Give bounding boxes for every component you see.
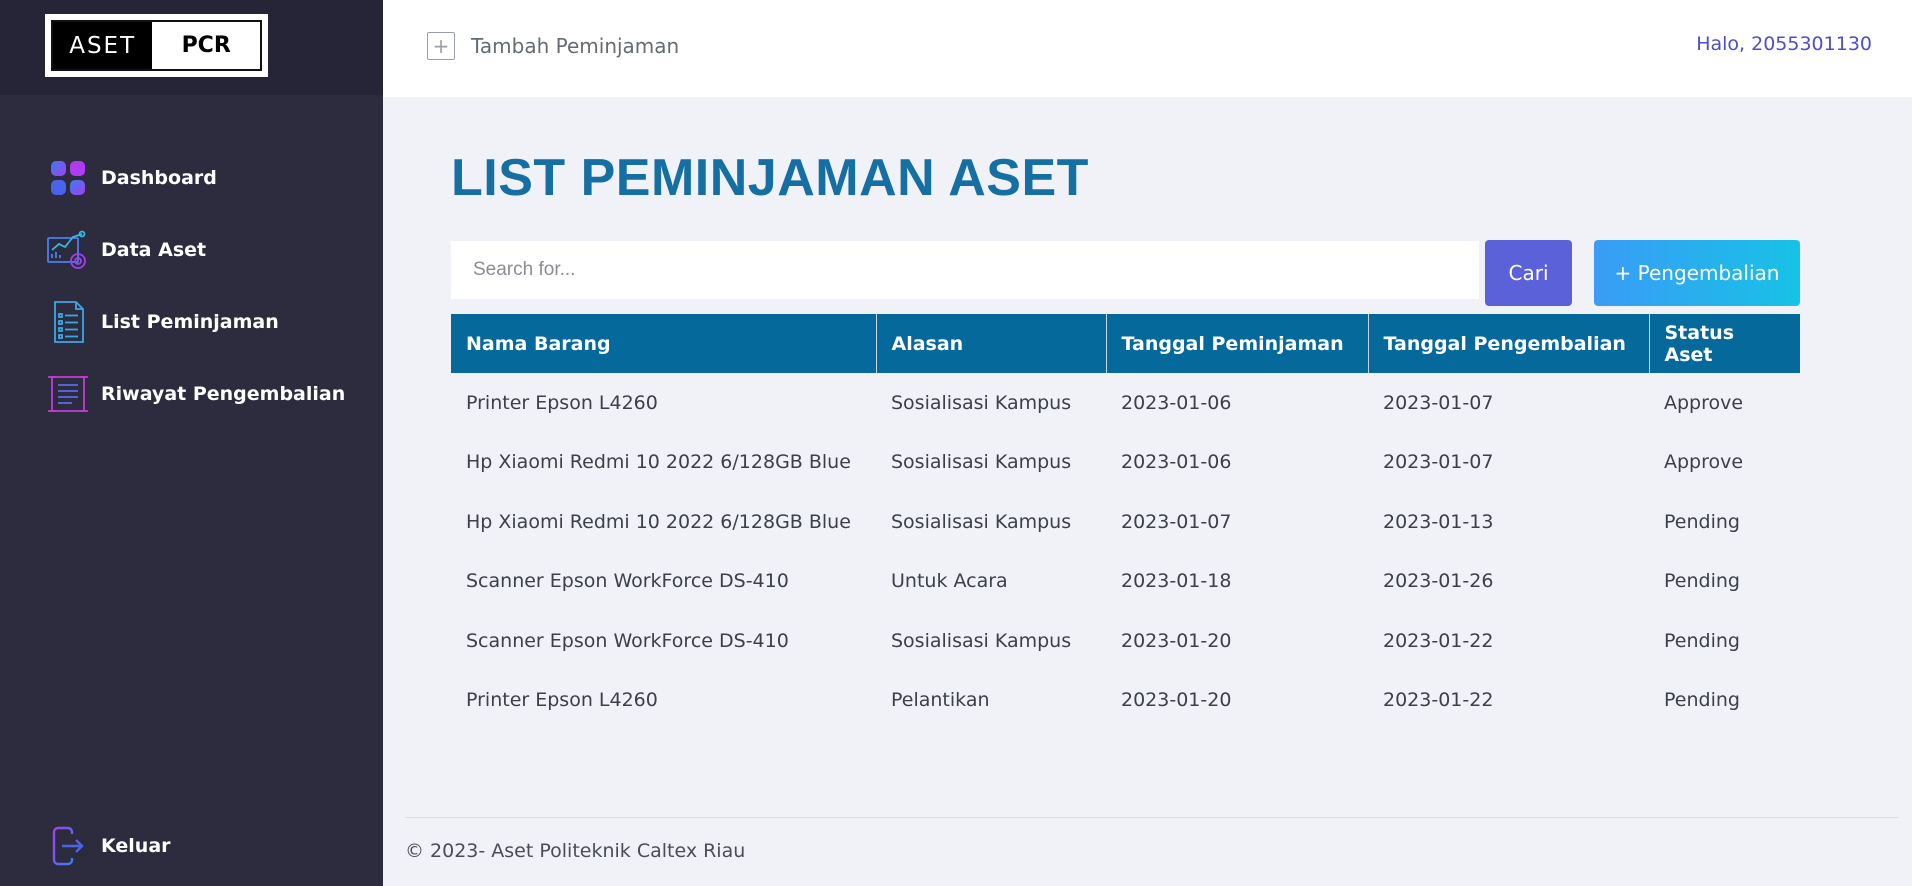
table-row: Hp Xiaomi Redmi 10 2022 6/128GB Blue Sos…	[451, 433, 1800, 493]
logo-frame: ASET PCR	[51, 20, 262, 71]
page-title: LIST PEMINJAMAN ASET	[451, 149, 1089, 207]
brand-logo[interactable]: ASET PCR	[45, 14, 268, 77]
cell-status-aset: Pending	[1664, 629, 1740, 652]
cell-status-aset: Pending	[1664, 570, 1740, 593]
sidebar-item-label: Data Aset	[101, 239, 207, 261]
cell-tanggal-peminjaman: 2023-01-06	[1121, 451, 1232, 474]
cell-nama-barang: Scanner Epson WorkForce DS-410	[466, 629, 789, 652]
cell-nama-barang: Hp Xiaomi Redmi 10 2022 6/128GB Blue	[466, 510, 851, 533]
cell-alasan: Untuk Acara	[891, 570, 1008, 593]
cell-tanggal-pengembalian: 2023-01-22	[1383, 689, 1494, 712]
table-header-row: Nama Barang Alasan Tanggal Peminjaman Ta…	[451, 314, 1800, 373]
logout-icon	[45, 824, 90, 868]
tambah-peminjaman-link[interactable]: + Tambah Peminjaman	[427, 32, 679, 60]
top-bar: + Tambah Peminjaman Halo, 2055301130	[383, 0, 1912, 97]
cell-alasan: Sosialisasi Kampus	[891, 510, 1072, 533]
table-row: Printer Epson L4260 Pelantikan 2023-01-2…	[451, 671, 1800, 731]
sidebar-item-list-peminjaman[interactable]: List Peminjaman	[45, 300, 279, 344]
cell-nama-barang: Scanner Epson WorkForce DS-410	[466, 570, 789, 593]
sidebar-item-label: Riwayat Pengembalian	[101, 383, 346, 405]
cell-alasan: Sosialisasi Kampus	[891, 629, 1072, 652]
cell-tanggal-peminjaman: 2023-01-20	[1121, 629, 1232, 652]
document-list-icon	[45, 300, 90, 344]
column-header-nama-barang: Nama Barang	[451, 314, 877, 373]
cell-tanggal-peminjaman: 2023-01-18	[1121, 570, 1232, 593]
cell-tanggal-pengembalian: 2023-01-13	[1383, 510, 1494, 533]
search-input[interactable]	[451, 241, 1479, 299]
sidebar-item-riwayat-pengembalian[interactable]: Riwayat Pengembalian	[45, 372, 345, 416]
sidebar-item-dashboard[interactable]: Dashboard	[45, 156, 217, 200]
tambah-peminjaman-label: Tambah Peminjaman	[471, 34, 680, 58]
sidebar-item-label: Dashboard	[101, 167, 217, 189]
cell-tanggal-peminjaman: 2023-01-06	[1121, 391, 1232, 414]
table-row: Hp Xiaomi Redmi 10 2022 6/128GB Blue Sos…	[451, 492, 1800, 552]
search-button[interactable]: Cari	[1485, 240, 1572, 306]
data-chart-icon	[45, 228, 90, 272]
cell-status-aset: Approve	[1664, 391, 1744, 414]
cell-nama-barang: Printer Epson L4260	[466, 391, 658, 414]
peminjaman-table: Nama Barang Alasan Tanggal Peminjaman Ta…	[451, 314, 1800, 730]
footer-copyright: © 2023- Aset Politeknik Caltex Riau	[405, 840, 746, 862]
cell-tanggal-pengembalian: 2023-01-07	[1383, 451, 1494, 474]
cell-tanggal-peminjaman: 2023-01-20	[1121, 689, 1232, 712]
column-header-status-aset: Status Aset	[1649, 314, 1800, 373]
logout-label: Keluar	[101, 835, 171, 857]
column-header-tanggal-peminjaman: Tanggal Peminjaman	[1106, 314, 1369, 373]
logo-text-right: PCR	[152, 22, 260, 69]
cell-tanggal-pengembalian: 2023-01-22	[1383, 629, 1494, 652]
cell-alasan: Sosialisasi Kampus	[891, 391, 1072, 414]
cell-status-aset: Pending	[1664, 510, 1740, 533]
user-greeting[interactable]: Halo, 2055301130	[1696, 33, 1872, 55]
footer-divider	[405, 817, 1898, 818]
logo-text-left: ASET	[53, 22, 153, 69]
cell-tanggal-pengembalian: 2023-01-07	[1383, 391, 1494, 414]
cell-alasan: Sosialisasi Kampus	[891, 451, 1072, 474]
cell-tanggal-pengembalian: 2023-01-26	[1383, 570, 1494, 593]
cell-nama-barang: Hp Xiaomi Redmi 10 2022 6/128GB Blue	[466, 451, 851, 474]
sidebar-item-label: List Peminjaman	[101, 311, 279, 333]
table-row: Printer Epson L4260 Sosialisasi Kampus 2…	[451, 373, 1800, 433]
dashboard-grid-icon	[45, 156, 90, 200]
logout-button[interactable]: Keluar	[45, 824, 171, 868]
cell-status-aset: Pending	[1664, 689, 1740, 712]
table-row: Scanner Epson WorkForce DS-410 Untuk Aca…	[451, 552, 1800, 612]
cell-status-aset: Approve	[1664, 451, 1744, 474]
sidebar: ASET PCR Dashboard Data Aset List Peminj…	[0, 0, 383, 886]
cell-tanggal-peminjaman: 2023-01-07	[1121, 510, 1232, 533]
table-row: Scanner Epson WorkForce DS-410 Sosialisa…	[451, 611, 1800, 671]
add-pengembalian-button[interactable]: + Pengembalian	[1594, 240, 1800, 306]
plus-square-icon: +	[427, 32, 455, 60]
cell-alasan: Pelantikan	[891, 689, 990, 712]
sidebar-item-data-aset[interactable]: Data Aset	[45, 228, 206, 272]
column-header-alasan: Alasan	[876, 314, 1107, 373]
scroll-history-icon	[45, 372, 90, 416]
column-header-tanggal-pengembalian: Tanggal Pengembalian	[1368, 314, 1650, 373]
logo-area: ASET PCR	[0, 0, 383, 95]
cell-nama-barang: Printer Epson L4260	[466, 689, 658, 712]
